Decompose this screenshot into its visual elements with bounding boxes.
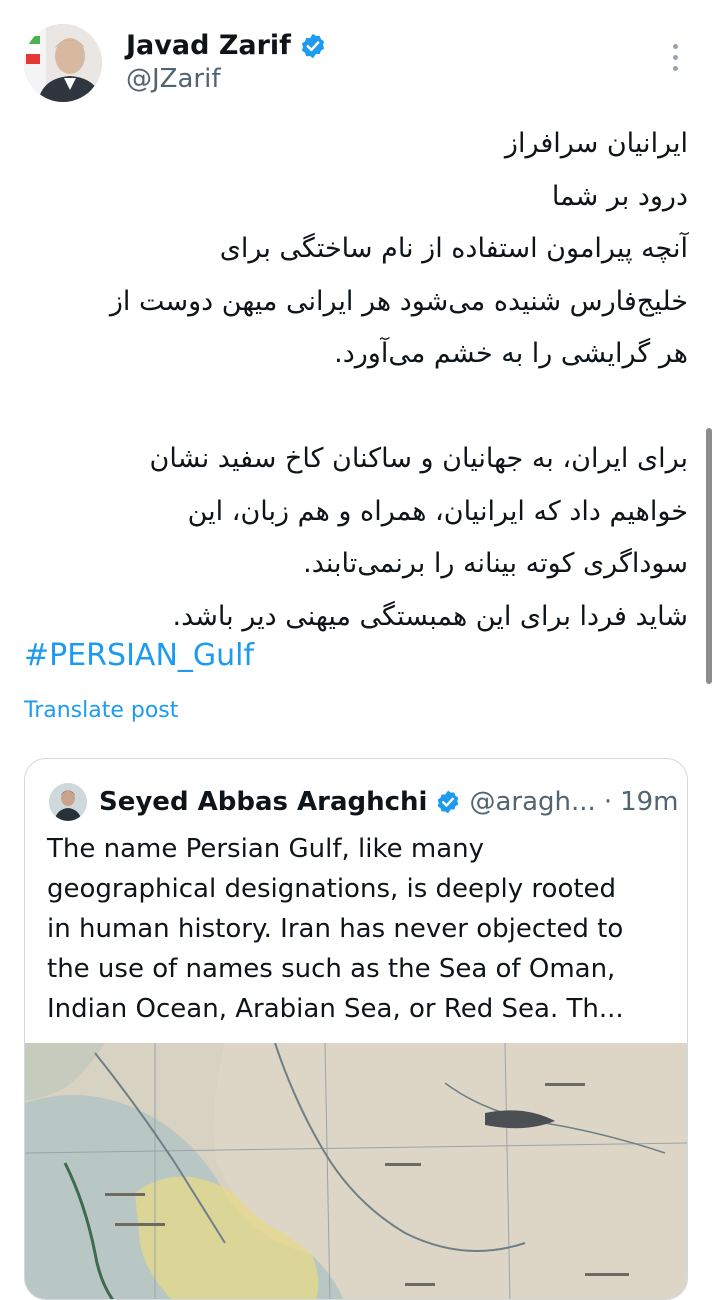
post-line: آنچه پیرامون استفاده از نام ساختگی برای [219, 233, 688, 264]
map-illustration [25, 1042, 687, 1299]
hashtag-link[interactable]: #PERSIAN_Gulf [24, 638, 254, 673]
post-line: شاید فردا برای این همبستگی میهنی دیر باش… [172, 600, 688, 632]
quoted-post-card[interactable]: Seyed Abbas Araghchi @aragh... · 19m The… [24, 758, 688, 1300]
quoted-post-header: Seyed Abbas Araghchi @aragh... · 19m [49, 783, 679, 821]
quoted-line: in human history. Iran has never objecte… [47, 914, 624, 944]
quoted-post-text: The name Persian Gulf, like many geograp… [47, 829, 665, 1029]
quoted-line: The name Persian Gulf, like many [47, 834, 484, 864]
post-line: خلیج‌فارس شنیده می‌شود هر ایرانی میهن دو… [109, 285, 688, 317]
author-name[interactable]: Javad Zarif [126, 30, 291, 61]
more-vertical-icon[interactable] [670, 44, 680, 76]
post-line: هر گرایشی را به خشم می‌آورد. [334, 338, 688, 369]
post-header: Javad Zarif @JZarif [24, 24, 688, 104]
post-line: سوداگری کوته بینانه را برنمی‌تابند. [303, 548, 688, 579]
historical-map-image[interactable] [25, 1042, 687, 1299]
post-line: برای ایران، به جهانیان و ساکنان کاخ سفید… [149, 443, 688, 474]
quoted-line: the use of names such as the Sea of Oman… [47, 954, 616, 984]
quoted-avatar-photo [49, 783, 87, 821]
post-line: ایرانیان سرافراز [504, 128, 688, 159]
quoted-author-avatar[interactable] [49, 783, 87, 821]
verified-badge-icon [301, 33, 325, 58]
quoted-author-name[interactable]: Seyed Abbas Araghchi [99, 787, 427, 817]
separator-dot: · [603, 787, 613, 817]
author-name-row[interactable]: Javad Zarif [126, 30, 327, 61]
post-text: ایرانیان سرافراز درود بر شما آنچه پیرامو… [24, 118, 688, 643]
post-line: درود بر شما [551, 180, 688, 212]
quoted-post-time[interactable]: 19m [620, 787, 678, 817]
quoted-author-handle[interactable]: @aragh... [469, 787, 595, 817]
author-handle[interactable]: @JZarif [126, 64, 220, 94]
quoted-line: geographical designations, is deeply roo… [47, 874, 617, 904]
quoted-line: Indian Ocean, Arabian Sea, or Red Sea. T… [47, 994, 624, 1024]
post-line: خواهیم داد که ایرانیان، همراه و هم زبان،… [187, 495, 688, 527]
verified-badge-icon [438, 790, 459, 814]
author-avatar[interactable] [24, 24, 102, 102]
avatar-photo [24, 24, 102, 102]
translate-post-link[interactable]: Translate post [24, 698, 178, 723]
scrollbar[interactable] [706, 428, 712, 684]
